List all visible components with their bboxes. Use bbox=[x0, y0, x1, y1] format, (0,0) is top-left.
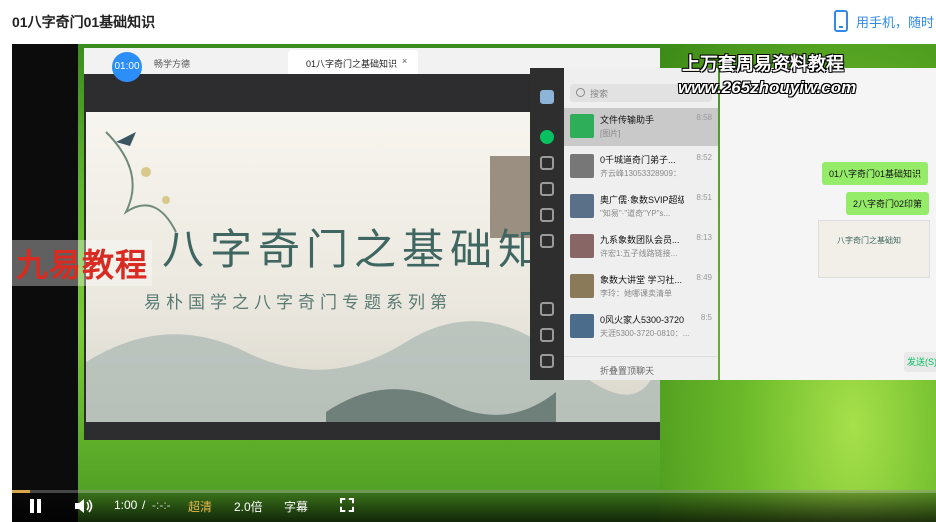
mobile-link[interactable]: 用手机，随时 bbox=[834, 10, 934, 32]
list-item: 奥广儒·象数SVIP超级... "知易"·"道奇"YP"s... 8:51 bbox=[564, 188, 718, 226]
timer-badge: 01:00 bbox=[112, 52, 142, 82]
search-icon bbox=[576, 88, 585, 97]
subtitle-button[interactable]: 字幕 bbox=[284, 498, 308, 515]
fullscreen-icon[interactable] bbox=[340, 498, 354, 512]
list-item: 文件传输助手 [图片] 8:58 bbox=[564, 108, 718, 146]
duration: -:-:- bbox=[152, 498, 171, 512]
progress-bar[interactable] bbox=[12, 490, 936, 493]
site-watermark-line1: 上万套周易资料教程 bbox=[682, 54, 844, 74]
page-title: 01八字奇门01基础知识 bbox=[12, 14, 156, 30]
progress-fill bbox=[12, 490, 31, 493]
chat-name: 象数大讲堂 学习社... bbox=[600, 275, 683, 285]
player-controls: 1:00 / -:-:- 超清 2.0倍 字幕 bbox=[12, 490, 936, 522]
chat-name: 奥广儒·象数SVIP超级... bbox=[600, 195, 684, 205]
chat-sidebar bbox=[530, 68, 564, 380]
chat-name: 0风火家人5300-3720... bbox=[600, 315, 684, 325]
avatar bbox=[570, 194, 594, 218]
cube-icon bbox=[540, 182, 554, 196]
search-placeholder: 搜索 bbox=[590, 89, 609, 99]
page: 01八字奇门01基础知识 用手机，随时 畅学方德 01八字奇门之基础知识 × 0… bbox=[0, 0, 936, 522]
chat-preview: "知易"·"道奇"YP"s... bbox=[600, 209, 671, 218]
chat-time: 8:13 bbox=[696, 233, 712, 242]
header: 01八字奇门01基础知识 用手机，随时 bbox=[0, 0, 936, 44]
phone-icon bbox=[834, 10, 848, 32]
avatar bbox=[540, 90, 554, 104]
volume-icon[interactable] bbox=[74, 498, 94, 514]
avatar bbox=[570, 234, 594, 258]
video-player[interactable]: 畅学方德 01八字奇门之基础知识 × 01:00 八字奇门之基础知 易朴国学之八… bbox=[12, 44, 936, 522]
contacts-icon bbox=[540, 156, 554, 170]
chat-name: 九系象数团队会员... bbox=[600, 235, 680, 245]
avatar bbox=[570, 314, 594, 338]
image-caption: 八字奇门之基础知 bbox=[837, 236, 901, 245]
chat-preview: 齐云峰13053328909： bbox=[600, 169, 681, 178]
pause-button[interactable] bbox=[30, 499, 42, 513]
slide-subtitle: 易朴国学之八字奇门专题系列第 bbox=[144, 293, 452, 313]
speed-button[interactable]: 2.0倍 bbox=[234, 498, 263, 515]
avatar bbox=[570, 154, 594, 178]
chat-time: 8:5 bbox=[700, 313, 712, 322]
slide-title: 八字奇门之基础知 bbox=[162, 225, 547, 274]
tab-close-icon: × bbox=[402, 56, 408, 66]
settings-icon bbox=[540, 234, 554, 248]
chat-preview: [图片] bbox=[600, 129, 621, 138]
chat-preview: 天涯5300-3720-0810：... bbox=[600, 329, 690, 338]
link-icon bbox=[540, 302, 554, 316]
chat-time: 8:58 bbox=[696, 113, 712, 122]
chat-name: 0千城道奇门弟子... bbox=[600, 155, 676, 165]
quality-button[interactable]: 超清 bbox=[188, 498, 212, 515]
folder-icon bbox=[540, 208, 554, 222]
chat-time: 8:51 bbox=[696, 193, 712, 202]
tab-active-label: 01八字奇门之基础知识 bbox=[306, 59, 398, 69]
brand-watermark: 九易教程 bbox=[12, 240, 153, 286]
avatar bbox=[570, 274, 594, 298]
chat-conversation: 01八字奇门01基础知识 2八字奇门02印第 八字奇门之基础知 发送(S) bbox=[720, 68, 936, 380]
folded-chats-label: 折叠置顶聊天 bbox=[600, 366, 655, 376]
send-button: 发送(S) bbox=[904, 352, 936, 372]
list-footer: 折叠置顶聊天 bbox=[564, 356, 718, 380]
tab-left-label: 畅学方德 bbox=[154, 59, 191, 69]
phone-small-icon bbox=[540, 328, 554, 342]
tab-active: 01八字奇门之基础知识 × bbox=[288, 50, 418, 74]
list-item: 象数大讲堂 学习社... 李玲：她哪课卖清单 8:49 bbox=[564, 268, 718, 306]
chat-preview: 李玲：她哪课卖清单 bbox=[600, 289, 672, 298]
image-message: 八字奇门之基础知 bbox=[818, 220, 930, 278]
message-bubble: 2八字奇门02印第 bbox=[846, 192, 930, 215]
chat-list: 搜索 文件传输助手 [图片] 8:58 0千城道奇门弟子... 齐云峰13053… bbox=[564, 68, 718, 380]
time-separator: / bbox=[142, 498, 146, 512]
list-item: 0风火家人5300-3720... 天涯5300-3720-0810：... 8… bbox=[564, 308, 718, 346]
list-item: 0千城道奇门弟子... 齐云峰13053328909： 8:52 bbox=[564, 148, 718, 186]
chat-time: 8:49 bbox=[696, 273, 712, 282]
current-time: 1:00 bbox=[114, 498, 138, 512]
site-watermark-line2: www.265zhouyiw.com bbox=[678, 78, 857, 97]
avatar bbox=[570, 114, 594, 138]
chat-name: 文件传输助手 bbox=[600, 115, 655, 125]
list-item: 九系象数团队会员... 许宏1:五子线路链接... 8:13 bbox=[564, 228, 718, 266]
menu-icon bbox=[540, 354, 554, 368]
chat-icon bbox=[540, 130, 554, 144]
message-bubble: 01八字奇门01基础知识 bbox=[822, 162, 929, 185]
mobile-hint: 用手机，随时 bbox=[856, 14, 935, 30]
chat-time: 8:52 bbox=[696, 153, 712, 162]
chat-preview: 许宏1:五子线路链接... bbox=[600, 249, 678, 258]
